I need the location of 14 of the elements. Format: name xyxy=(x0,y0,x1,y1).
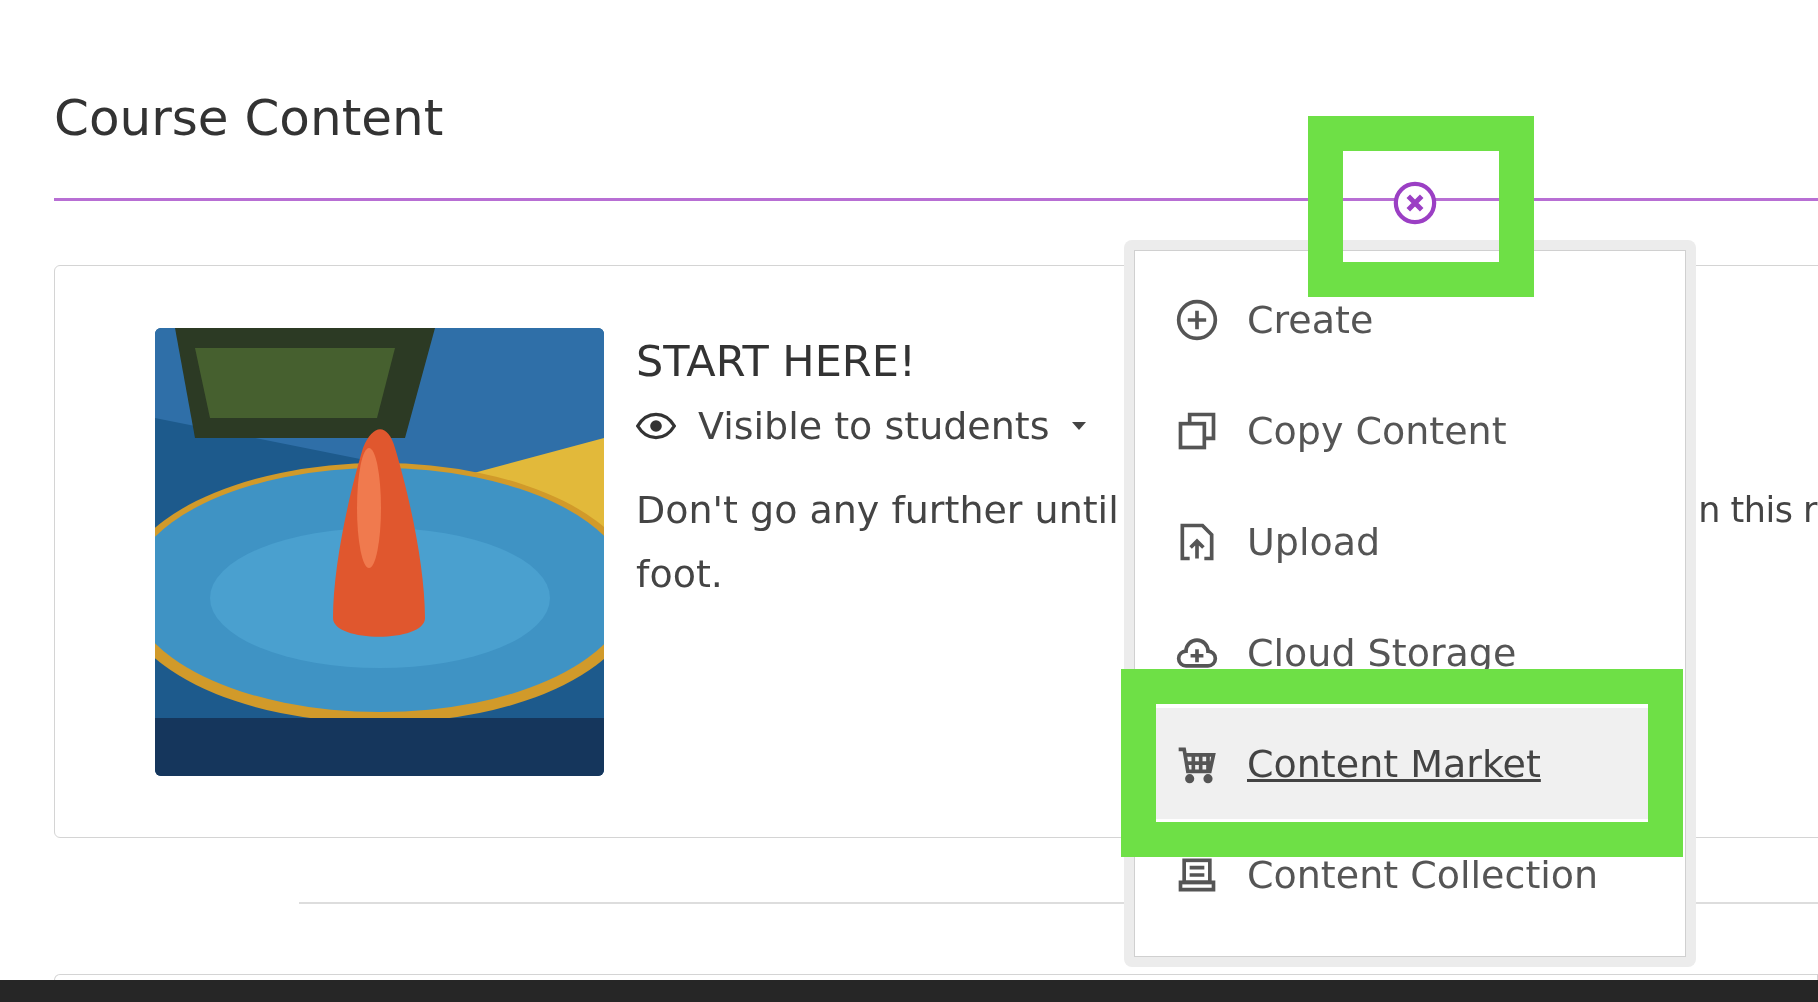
menu-item[interactable]: Content Collection xyxy=(1151,819,1669,930)
menu-item[interactable]: Upload xyxy=(1151,486,1669,597)
close-icon[interactable] xyxy=(1392,180,1438,226)
caret-icon xyxy=(1071,422,1086,430)
menu-item[interactable]: Create xyxy=(1151,264,1669,375)
plus-circle-icon xyxy=(1175,297,1219,342)
page-title: Course Content xyxy=(54,88,445,149)
description-text: foot. xyxy=(636,551,723,598)
menu-item[interactable]: Copy Content xyxy=(1151,375,1669,486)
description-text: n this r xyxy=(1698,489,1817,532)
menu-item[interactable]: Cloud Storage xyxy=(1151,597,1669,708)
visibility-dropdown[interactable]: Visible to students xyxy=(636,404,1086,448)
description-text: Don't go any further until xyxy=(636,487,1119,534)
eye-icon xyxy=(636,412,676,440)
